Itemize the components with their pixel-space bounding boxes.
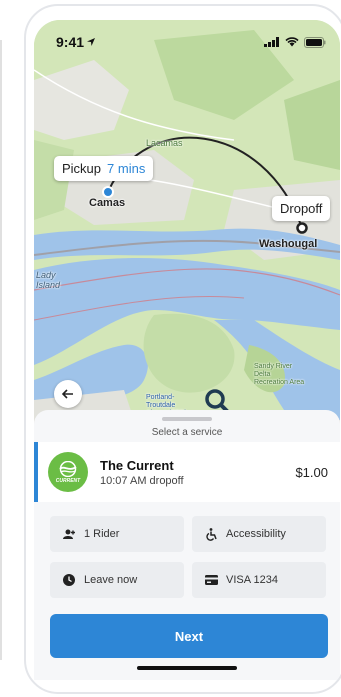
cellular-signal-icon — [264, 37, 279, 47]
service-info: The Current 10:07 AM dropoff — [100, 458, 295, 487]
wheelchair-icon — [204, 527, 218, 541]
place-washougal: Washougal — [259, 238, 318, 250]
riders-label: 1 Rider — [84, 528, 120, 540]
add-rider-icon — [62, 529, 76, 539]
pickup-eta: 7 mins — [107, 161, 146, 176]
place-lady-island: Lady Island — [36, 270, 61, 290]
dropoff-label-text: Dropoff — [280, 201, 323, 216]
service-option-current[interactable]: CURRENT The Current 10:07 AM dropoff $1.… — [34, 442, 340, 502]
service-price: $1.00 — [295, 464, 328, 480]
map-view[interactable]: 9:41 Pickup 7 mins Dropoff Camas Washoug… — [34, 20, 340, 450]
dropoff-label[interactable]: Dropoff — [272, 196, 331, 221]
battery-icon — [304, 36, 326, 48]
accessibility-button[interactable]: Accessibility — [192, 516, 326, 552]
back-button[interactable] — [54, 380, 82, 408]
background-screen-edge — [0, 40, 2, 660]
departure-label: Leave now — [84, 574, 138, 586]
service-name: The Current — [100, 457, 174, 473]
place-sandy-river: Sandy River Delta Recreation Area — [254, 363, 305, 386]
service-sheet: Select a service CURRENT The Current 10:… — [34, 410, 340, 680]
status-time-text: 9:41 — [56, 34, 85, 50]
credit-card-icon — [204, 575, 218, 585]
home-indicator[interactable] — [137, 666, 237, 670]
phone-frame: 9:41 Pickup 7 mins Dropoff Camas Washoug… — [24, 4, 341, 694]
status-bar: 9:41 — [34, 20, 340, 64]
pickup-label[interactable]: Pickup 7 mins — [54, 156, 154, 181]
place-lacamas: Lacamas — [146, 138, 183, 148]
place-camas: Camas — [89, 197, 126, 209]
status-icons — [264, 36, 326, 48]
service-eta: 10:07 AM dropoff — [100, 474, 184, 487]
sheet-title: Select a service — [151, 427, 223, 438]
pickup-label-text: Pickup — [62, 161, 102, 176]
logo-text: CURRENT — [55, 477, 81, 484]
sheet-grabber[interactable] — [162, 417, 212, 421]
status-time: 9:41 — [56, 34, 96, 50]
departure-time-button[interactable]: Leave now — [50, 562, 184, 598]
payment-label: VISA 1234 — [226, 574, 278, 586]
service-logo: CURRENT — [48, 452, 88, 492]
accessibility-label: Accessibility — [226, 528, 286, 540]
riders-button[interactable]: 1 Rider — [50, 516, 184, 552]
location-arrow-icon — [87, 38, 96, 46]
wifi-icon — [285, 37, 299, 47]
next-button[interactable]: Next — [50, 614, 328, 658]
arrow-left-icon — [62, 389, 73, 399]
payment-method-button[interactable]: VISA 1234 — [192, 562, 326, 598]
current-logo-icon — [59, 460, 77, 477]
clock-icon — [62, 574, 76, 586]
